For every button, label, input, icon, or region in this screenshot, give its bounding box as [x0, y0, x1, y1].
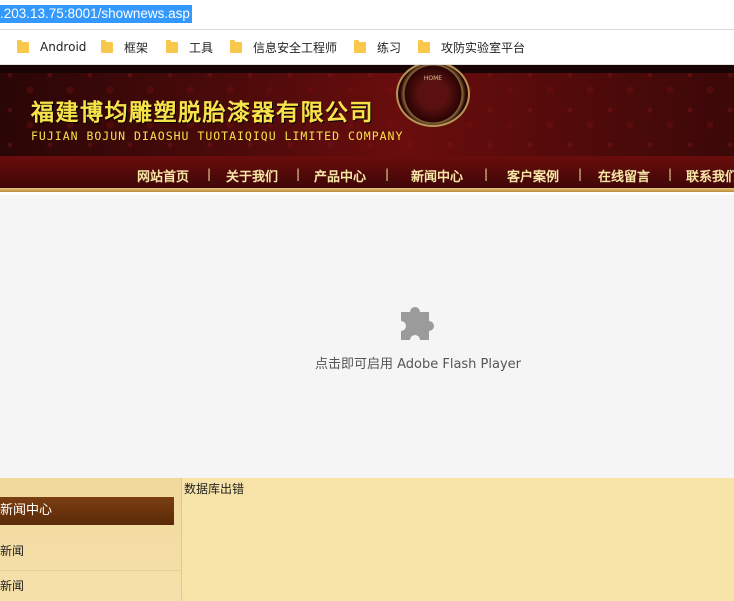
sidebar-item-news[interactable]: 新闻: [0, 541, 181, 561]
flash-enable-text-row: 点击即可启用 Adobe Flash Player: [0, 353, 734, 372]
nav-separator: |: [578, 167, 583, 181]
nav-separator: |: [484, 167, 489, 181]
folder-icon: [166, 39, 178, 53]
bookmark-label: 工具: [189, 40, 214, 55]
nav-home[interactable]: 网站首页: [137, 166, 189, 185]
bookmark-label: 攻防实验室平台: [441, 40, 526, 55]
bookmark-infosec[interactable]: 信息安全工程师: [230, 38, 337, 56]
main-nav: 网站首页 | 关于我们 | 产品中心 | 新闻中心 | 客户案例 | 在线留言 …: [0, 156, 734, 192]
folder-icon: [418, 39, 430, 53]
nav-news[interactable]: 新闻中心: [411, 166, 463, 185]
nav-cases[interactable]: 客户案例: [507, 166, 559, 185]
address-bar[interactable]: .203.13.75:8001/shownews.asp: [0, 0, 734, 30]
site-header: HOME 福建博均雕塑脱胎漆器有限公司 FUJIAN BOJUN DIAOSHU…: [0, 65, 734, 156]
nav-message[interactable]: 在线留言: [598, 166, 650, 185]
sidebar-heading: 新闻中心: [0, 497, 174, 525]
bookmark-tools[interactable]: 工具: [166, 38, 213, 56]
bookmark-lab-platform[interactable]: 攻防实验室平台: [418, 38, 525, 56]
folder-icon: [17, 39, 29, 53]
nav-separator: |: [385, 167, 390, 181]
flash-plugin-placeholder[interactable]: 点击即可启用 Adobe Flash Player: [0, 195, 734, 478]
nav-separator: |: [207, 167, 212, 181]
sidebar-item-news[interactable]: 新闻: [0, 576, 181, 596]
folder-icon: [230, 39, 242, 53]
company-title-cn: 福建博均雕塑脱胎漆器有限公司: [31, 99, 374, 126]
bookmarks-bar: Android 框架 工具 信息安全工程师 练习 攻防实验室平台: [0, 30, 734, 65]
nav-gold-border: [0, 188, 734, 192]
bookmark-label: Android: [40, 40, 87, 54]
bookmark-label: 框架: [124, 40, 149, 55]
flash-enable-text[interactable]: 点击即可启用 Adobe Flash Player: [315, 353, 521, 372]
url-text[interactable]: .203.13.75:8001/shownews.asp: [0, 5, 192, 23]
bookmark-label: 信息安全工程师: [253, 40, 338, 55]
nav-separator: |: [668, 167, 673, 181]
bookmark-label: 练习: [377, 40, 402, 55]
sidebar-divider: [0, 570, 181, 571]
company-title-en: FUJIAN BOJUN DIAOSHU TUOTAIQIQU LIMITED …: [31, 129, 404, 143]
nav-about[interactable]: 关于我们: [226, 166, 278, 185]
folder-icon: [354, 39, 366, 53]
header-top-band: [0, 65, 734, 73]
bookmark-android[interactable]: Android: [17, 38, 86, 56]
emblem-text: HOME: [423, 75, 443, 82]
news-sidebar: 新闻中心 新闻 新闻: [0, 478, 182, 601]
bookmark-frameworks[interactable]: 框架: [101, 38, 148, 56]
nav-contact[interactable]: 联系我们: [686, 166, 734, 185]
bookmark-practice[interactable]: 练习: [354, 38, 401, 56]
puzzle-plugin-icon: [401, 306, 434, 340]
lower-content: 新闻中心 新闻 新闻 数据库出错: [0, 478, 734, 601]
database-error-message: 数据库出错: [184, 482, 245, 496]
nav-separator: |: [296, 167, 301, 181]
nav-products[interactable]: 产品中心: [314, 166, 366, 185]
folder-icon: [101, 39, 113, 53]
